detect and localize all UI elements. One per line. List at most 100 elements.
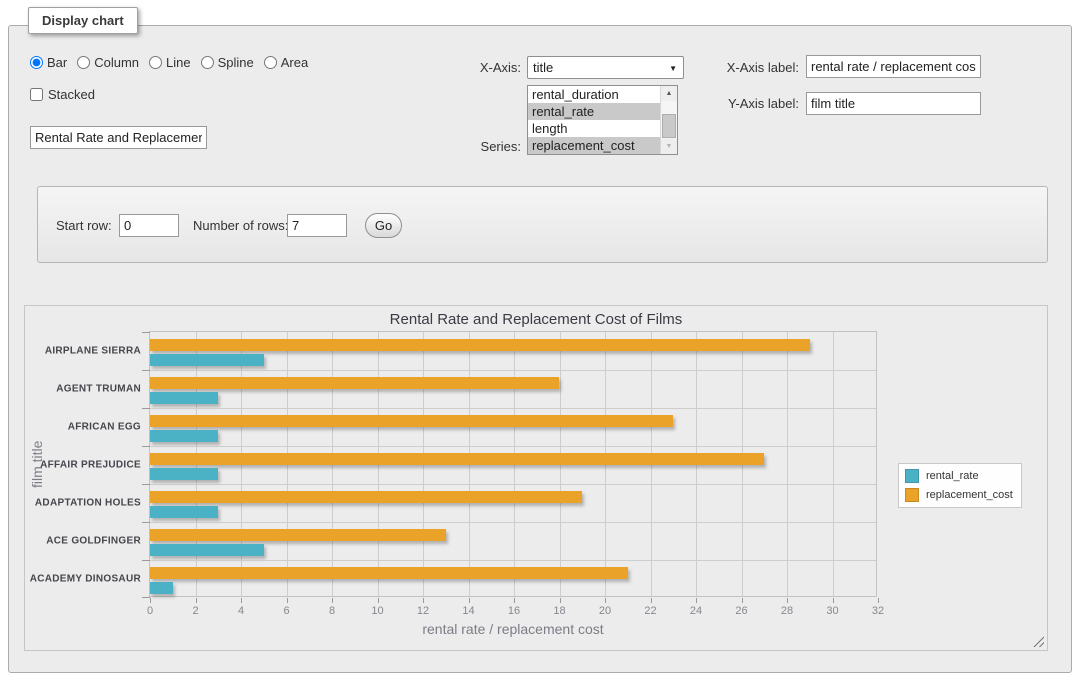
rows-panel: Start row: Number of rows: Go — [37, 186, 1048, 263]
chart-title-input[interactable] — [30, 126, 207, 149]
x-tick-mark — [560, 598, 561, 603]
bar-rental-rate — [150, 582, 173, 594]
x-axis-selected-value: title — [533, 60, 553, 75]
bar-replacement-cost — [150, 453, 764, 465]
x-tick-mark — [651, 598, 652, 603]
x-tick-label: 12 — [417, 605, 429, 617]
x-tick-mark — [150, 598, 151, 603]
y-tick-mark — [142, 484, 150, 485]
bar-replacement-cost — [150, 415, 673, 427]
x-tick-label: 30 — [826, 605, 838, 617]
series-option-rental_rate[interactable]: rental_rate — [528, 103, 660, 120]
x-tick-mark — [833, 598, 834, 603]
x-tick-mark — [787, 598, 788, 603]
x-tick-label: 6 — [283, 605, 289, 617]
x-axis-caption: X-Axis label: — [706, 60, 799, 75]
x-tick-label: 10 — [371, 605, 383, 617]
bar-replacement-cost — [150, 491, 582, 503]
y-tick-mark — [142, 332, 150, 333]
y-tick-mark — [142, 446, 150, 447]
legend-row: replacement_cost — [905, 488, 1013, 502]
chart-type-label: Bar — [47, 55, 67, 70]
chart-type-label: Line — [166, 55, 191, 70]
chart-type-radio-area[interactable] — [264, 56, 277, 69]
series-option-rental_duration[interactable]: rental_duration — [528, 86, 660, 103]
chart-type-group: Bar Column Line Spline Area — [30, 55, 308, 70]
category-label: ADAPTATION HOLES — [35, 498, 141, 509]
chart-container: Rental Rate and Replacement Cost of Film… — [24, 305, 1048, 651]
x-tick-mark — [423, 598, 424, 603]
x-axis-select[interactable]: title ▼ — [527, 56, 684, 79]
y-tick-mark — [142, 560, 150, 561]
select-arrow-icon: ▼ — [669, 64, 677, 73]
x-tick-label: 24 — [690, 605, 702, 617]
legend-label-replacement_cost: replacement_cost — [926, 489, 1013, 501]
category-label: AFRICAN EGG — [68, 422, 141, 433]
series-listbox[interactable]: rental_durationrental_ratelengthreplacem… — [527, 85, 678, 155]
chart-title: Rental Rate and Replacement Cost of Film… — [25, 311, 1047, 328]
scroll-up-icon[interactable]: ▲ — [661, 86, 677, 101]
x-tick-mark — [332, 598, 333, 603]
x-axis-select-label: X-Axis: — [440, 60, 521, 75]
bar-replacement-cost — [150, 339, 810, 351]
legend-row: rental_rate — [905, 469, 1013, 483]
bar-rental-rate — [150, 430, 218, 442]
gridline-horizontal — [150, 370, 876, 371]
scrollbar-thumb[interactable] — [662, 114, 676, 138]
x-tick-mark — [696, 598, 697, 603]
legend-swatch-replacement_cost — [905, 488, 919, 502]
chart-type-line[interactable]: Line — [149, 55, 191, 70]
category-label: AGENT TRUMAN — [56, 384, 141, 395]
chart-type-column[interactable]: Column — [77, 55, 139, 70]
x-tick-mark — [287, 598, 288, 603]
x-tick-label: 28 — [781, 605, 793, 617]
x-tick-label: 26 — [735, 605, 747, 617]
x-tick-mark — [378, 598, 379, 603]
plot-area: 02468101214161820222426283032AIRPLANE SI… — [149, 331, 877, 597]
chart-type-radio-spline[interactable] — [201, 56, 214, 69]
x-tick-label: 4 — [238, 605, 244, 617]
gridline-horizontal — [150, 522, 876, 523]
x-tick-label: 32 — [872, 605, 884, 617]
chart-type-radio-line[interactable] — [149, 56, 162, 69]
num-rows-input[interactable] — [287, 214, 347, 237]
category-label: ACADEMY DINOSAUR — [30, 574, 141, 585]
x-tick-mark — [241, 598, 242, 603]
chart-type-spline[interactable]: Spline — [201, 55, 254, 70]
series-option-replacement_cost[interactable]: replacement_cost — [528, 137, 660, 154]
page: Display chart Bar Column Line Spline Area St… — [0, 0, 1081, 681]
chart-type-radio-bar[interactable] — [30, 56, 43, 69]
y-tick-mark — [142, 597, 150, 598]
gridline-vertical — [833, 332, 834, 596]
chart-type-radio-column[interactable] — [77, 56, 90, 69]
start-row-input[interactable] — [119, 214, 179, 237]
chart-resize-handle[interactable] — [1033, 636, 1044, 647]
fieldset-legend: Display chart — [28, 7, 138, 34]
bar-rental-rate — [150, 506, 218, 518]
x-tick-label: 18 — [553, 605, 565, 617]
chart-type-area[interactable]: Area — [264, 55, 308, 70]
go-button[interactable]: Go — [365, 213, 402, 238]
x-tick-label: 14 — [462, 605, 474, 617]
gridline-vertical — [787, 332, 788, 596]
bar-rental-rate — [150, 392, 218, 404]
series-label: Series: — [440, 139, 521, 154]
y-axis-label-input[interactable] — [806, 92, 981, 115]
y-tick-mark — [142, 408, 150, 409]
num-rows-label: Number of rows: — [193, 218, 288, 233]
scroll-down-icon[interactable]: ▼ — [661, 139, 677, 154]
chart-type-bar[interactable]: Bar — [30, 55, 67, 70]
stacked-checkbox-row[interactable]: Stacked — [30, 87, 95, 102]
gridline-horizontal — [150, 560, 876, 561]
x-axis-label-input[interactable] — [806, 55, 981, 78]
chart-legend: rental_rate replacement_cost — [898, 463, 1022, 508]
y-tick-mark — [142, 522, 150, 523]
bar-rental-rate — [150, 468, 218, 480]
stacked-checkbox[interactable] — [30, 88, 43, 101]
x-tick-label: 2 — [192, 605, 198, 617]
bar-replacement-cost — [150, 377, 559, 389]
x-tick-mark — [514, 598, 515, 603]
chart-type-label: Spline — [218, 55, 254, 70]
series-option-length[interactable]: length — [528, 120, 660, 137]
listbox-scrollbar[interactable]: ▲ ▼ — [660, 86, 677, 154]
